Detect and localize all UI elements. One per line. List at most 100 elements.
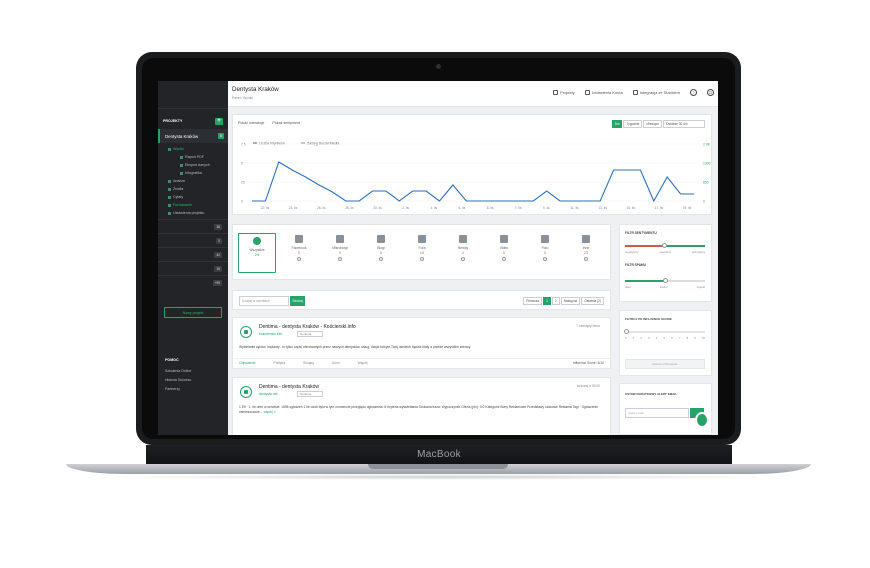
pdf-icon <box>180 155 183 159</box>
slack-icon <box>632 90 638 96</box>
result-date: 7 miesięcy temu <box>576 324 600 328</box>
new-project-button[interactable]: Nowy projekt <box>164 307 222 318</box>
result-date: wczoraj o 09:00 <box>576 384 600 388</box>
result-actions: Odpowiedz Polityka Skopiuj Usuń Więcej I… <box>233 358 610 368</box>
source-microblogs[interactable]: Mikroblogi 0 <box>321 232 359 261</box>
source-toggle[interactable] <box>584 257 588 261</box>
source-forums[interactable]: Fora 15 <box>403 232 441 261</box>
source-all[interactable]: Wszystkie 29 <box>238 233 276 273</box>
result-tag-select[interactable]: Dentima <box>297 331 323 337</box>
page-next[interactable]: Następna <box>560 297 581 305</box>
count-row[interactable]: 42 <box>158 247 228 261</box>
base-notch <box>368 464 508 469</box>
twitter-icon <box>336 235 344 243</box>
spam-slider-handle[interactable] <box>663 278 668 283</box>
source-facebook[interactable]: Facebook 0 <box>280 232 318 261</box>
search-button[interactable]: Szukaj <box>290 296 305 306</box>
help-link-partners[interactable]: Partnerzy <box>158 385 228 394</box>
copy-action[interactable]: Skopiuj <box>303 361 314 366</box>
sentiment-slider[interactable] <box>625 243 705 248</box>
menu-item-pdf-report[interactable]: Raport PDF <box>168 153 228 161</box>
source-toggle[interactable] <box>502 257 506 261</box>
help-link-training[interactable]: Szkolenia Online <box>158 367 228 376</box>
legend-label: Liczba Wyników <box>259 142 285 146</box>
more-action[interactable]: Więcej <box>358 361 368 366</box>
power-icon[interactable]: ⏻ <box>707 89 714 96</box>
reply-action[interactable]: Odpowiedz <box>239 361 256 366</box>
help-link-success[interactable]: Historia Sukcesu <box>158 376 228 385</box>
source-other[interactable]: Inne 20 <box>567 232 605 261</box>
email-input[interactable]: podaj email... <box>625 408 689 418</box>
y-tick-left: 5 <box>241 162 243 166</box>
source-blogs[interactable]: Blogi 0 <box>362 232 400 261</box>
delete-action[interactable]: Usuń <box>332 361 340 366</box>
account-settings-link[interactable]: Ustawienia Konta <box>584 90 623 96</box>
search-input[interactable]: Szukaj w wynikach <box>239 296 289 306</box>
source-toggle[interactable] <box>420 257 424 261</box>
count-row[interactable]: 15 <box>158 261 228 275</box>
help-section: POMOC Szkolenia Online Historia Sukcesu … <box>158 353 228 394</box>
page-last[interactable]: Ostatnia (2) <box>581 297 604 305</box>
influence-score: Influence Score: 6/10 <box>572 361 604 365</box>
laptop-base <box>66 464 811 474</box>
influence-slider[interactable] <box>624 329 705 334</box>
count-row[interactable]: 0 <box>158 233 228 247</box>
source-toggle[interactable] <box>379 257 383 261</box>
facebook-icon <box>295 235 303 243</box>
add-project-icon[interactable]: + <box>215 117 223 125</box>
menu-item-infographic[interactable]: Infografika <box>168 169 228 177</box>
count-row[interactable]: +99 <box>158 275 228 289</box>
result-tag-select[interactable]: Dentima <box>297 391 323 397</box>
source-news[interactable]: Newsy 2 <box>444 232 482 261</box>
spam-slider[interactable] <box>625 278 705 283</box>
result-title[interactable]: Dentima - dentysta Kraków <box>259 384 319 390</box>
menu-item-results[interactable]: Wyniki <box>168 145 228 153</box>
apply-filter-button[interactable]: Zastosuj filtrowanie <box>625 359 705 369</box>
x-tick-label: 19. lis <box>683 206 692 210</box>
source-toggle[interactable] <box>297 257 301 261</box>
sentiment-negative-fill <box>625 245 665 247</box>
source-video[interactable]: Video 0 <box>485 232 523 261</box>
legend-label: Zasięg Social Media <box>307 142 339 146</box>
source-toggle[interactable] <box>543 257 547 261</box>
page-2[interactable]: 2 <box>551 297 560 305</box>
menu-item-compare[interactable]: Porównanie <box>168 201 228 209</box>
count-row[interactable]: 38 <box>158 219 228 233</box>
brand-label: MacBook <box>417 449 461 460</box>
result-card: Dentima - dentysta Kraków - Kościerski.i… <box>232 317 611 369</box>
analysis-icon <box>168 179 171 183</box>
menu-item-export[interactable]: Eksport danych <box>168 161 228 169</box>
globe-icon <box>253 237 261 245</box>
chat-bubble-icon[interactable] <box>695 412 709 428</box>
source-toggle[interactable] <box>338 257 342 261</box>
project-badge: 6 <box>218 133 224 139</box>
influence-slider-handle[interactable] <box>624 329 629 334</box>
read-more-link[interactable]: więcej » <box>264 410 276 414</box>
sentiment-filter-title: FILTR SENTYMENTU <box>625 231 657 235</box>
y-tick-left: 7.5 <box>241 143 246 147</box>
page-1[interactable]: 1 <box>543 297 551 305</box>
slack-link[interactable]: Integracja ze Slackiem <box>632 90 680 96</box>
quotes-icon <box>168 195 171 199</box>
menu-item-quotes[interactable]: Cytaty <box>168 193 228 201</box>
page-first[interactable]: Pierwsza <box>523 297 543 305</box>
result-source[interactable]: dentysta.net <box>259 392 277 396</box>
policy-action[interactable]: Polityka <box>274 361 286 366</box>
result-source[interactable]: kosciernski.info <box>259 332 282 336</box>
sidebar-item-active-project[interactable]: Dentysta Kraków 6 <box>158 129 228 143</box>
help-icon[interactable]: ? <box>690 89 697 96</box>
menu-item-sources[interactable]: Źródła <box>168 185 228 193</box>
menu-item-analysis[interactable]: Analiza <box>168 177 228 185</box>
line-chart: Liczba Wyników Zasięg Social Media 0 0 25 65… <box>241 142 711 211</box>
source-toggle[interactable] <box>461 257 465 261</box>
sentiment-slider-handle[interactable] <box>662 243 667 248</box>
result-snippet: Wybielanie zębów, implanty - to tylko cz… <box>239 345 472 349</box>
y-tick-right: 2.0K <box>703 143 711 147</box>
project-menu: Wyniki Raport PDF Eksport danych Infogra… <box>158 143 228 217</box>
export-icon <box>180 163 183 167</box>
menu-item-project-settings[interactable]: Ustawienia projektu <box>168 209 228 217</box>
projects-link[interactable]: Projekty <box>553 90 575 96</box>
source-photo[interactable]: Foto 0 <box>526 232 564 261</box>
website-icon <box>240 326 252 338</box>
result-title[interactable]: Dentima - dentysta Kraków - Kościerski.i… <box>259 324 356 330</box>
